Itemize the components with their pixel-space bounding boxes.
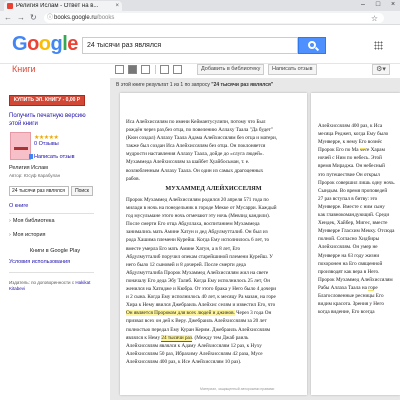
search-result-notice: В этой книге результат 1 из 1 по запросу… <box>116 82 274 88</box>
settings-gear-icon[interactable]: ⚙▾ <box>372 64 390 75</box>
url-path: /books <box>96 15 115 21</box>
page-2-text: Алейхиссялям 400 раз, к Иса месяца Редже… <box>318 123 396 316</box>
terms-link[interactable]: Условия использования <box>9 259 70 265</box>
about-book-link[interactable]: О книге <box>9 203 28 209</box>
url-input[interactable]: ⓘ books.google.ru/books ☆ <box>44 13 384 23</box>
url-domain: books.google.ru <box>54 15 97 21</box>
search-hit-marker <box>368 290 374 291</box>
tab-close-icon[interactable]: × <box>115 3 119 9</box>
apps-grid-icon[interactable] <box>374 41 383 50</box>
rating-stars: ★★★★★ <box>34 135 59 141</box>
forward-icon[interactable]: → <box>17 13 25 23</box>
two-page-view-icon[interactable] <box>128 65 137 74</box>
review-count-link[interactable]: 0 Отзывы <box>34 141 59 147</box>
share-icon[interactable] <box>173 65 182 74</box>
search-in-book-input[interactable]: 24 тысячи раз являлся <box>9 186 69 196</box>
browser-titlebar: Религия Ислам - Ответ на в... × – □ × <box>0 0 400 11</box>
my-history-link[interactable]: › Моя история <box>9 232 46 238</box>
favicon-icon <box>7 3 13 9</box>
book-cover-image[interactable] <box>10 132 31 160</box>
address-bar-row: ← → ↻ ⓘ books.google.ru/books ☆ <box>0 11 400 25</box>
add-to-library-button[interactable]: Добавить в библиотеку <box>197 64 265 75</box>
write-review-link[interactable]: Написать отзыв <box>34 154 75 160</box>
chevron-right-icon: › <box>9 232 11 238</box>
highlighted-line: Он является Пророком для всех людей и дж… <box>126 310 272 317</box>
search-match-underline: 24 тысячи раз <box>161 334 192 342</box>
back-icon[interactable]: ← <box>4 13 12 23</box>
chevron-right-icon: › <box>9 218 11 224</box>
window-close-icon[interactable]: × <box>386 0 400 10</box>
link-icon[interactable] <box>160 65 169 74</box>
bookmark-star-icon[interactable]: ☆ <box>371 14 378 24</box>
search-in-book-button[interactable]: Поиск <box>71 186 93 196</box>
single-page-view-icon[interactable] <box>115 65 124 74</box>
book-author: Автор: Юсуф Карабулан <box>9 173 61 178</box>
book-title: Религия Ислам <box>9 165 48 171</box>
publisher-note: Издатель: по договоренности с Hakikat Ki… <box>9 280 91 291</box>
my-library-link[interactable]: › Моя библиотека <box>9 218 55 224</box>
play-books-link[interactable]: Книги в Google Play <box>0 248 110 254</box>
write-review-icon <box>29 154 33 159</box>
underlined-line: являлся к Нему 24 тысячи раз. (Между тем… <box>126 334 249 342</box>
google-logo[interactable]: Google <box>12 34 78 54</box>
browser-tab[interactable]: Религия Ислам - Ответ на в... × <box>4 1 122 11</box>
page-paragraph-2: Пророк Мухаммед Алейхиссялям родился 20 … <box>126 196 301 366</box>
chapter-heading: МУХАММЕД АЛЕЙХИССЕЛЯМ <box>165 185 262 192</box>
page-paragraph-1: Иса Алейхиссялям по имени Кеймантусулипн… <box>126 119 278 182</box>
search-hit-marker <box>360 148 366 149</box>
reload-icon[interactable]: ↻ <box>30 13 37 23</box>
buy-ebook-button[interactable]: КУПИТЬ ЭЛ. КНИГУ - 0,00 Р <box>9 95 85 106</box>
tab-title: Религия Ислам - Ответ на в... <box>16 3 99 9</box>
site-info-icon[interactable]: ⓘ <box>47 13 53 23</box>
maximize-icon[interactable]: □ <box>371 0 385 10</box>
minimize-icon[interactable]: – <box>356 0 370 10</box>
search-input[interactable]: 24 тысячи раз являлся <box>82 37 298 54</box>
books-section-title[interactable]: Книги <box>12 64 36 75</box>
get-print-link[interactable]: Получить печатную версию этой книги <box>9 112 94 128</box>
write-review-button[interactable]: Написать отзыв <box>268 64 317 75</box>
copyright-footnote: Материал, защищенный авторскими правами <box>200 387 275 391</box>
search-highlight: Он является Пророком для всех людей и дж… <box>126 310 235 317</box>
search-button[interactable] <box>298 37 326 54</box>
thumbnail-view-icon[interactable] <box>141 65 150 74</box>
